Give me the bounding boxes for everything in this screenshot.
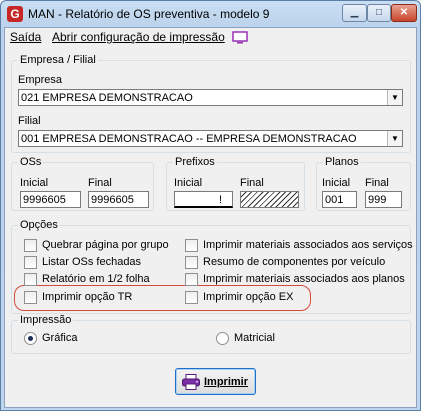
impressao-legend: Impressão — [20, 314, 72, 326]
filial-select[interactable]: 001 EMPRESA DEMONSTRACAO -- EMPRESA DEMO… — [18, 130, 403, 147]
checkbox-materiais-planos[interactable] — [185, 273, 198, 286]
oss-inicial-input[interactable]: 9996605 — [20, 191, 81, 208]
checkbox-label[interactable]: Quebrar página por grupo — [42, 239, 169, 251]
filial-value: 001 EMPRESA DEMONSTRACAO -- EMPRESA DEMO… — [21, 133, 357, 145]
app-window: G MAN - Relatório de OS preventiva - mod… — [0, 0, 421, 411]
oss-inicial-label: Inicial — [20, 177, 49, 189]
checkbox-label[interactable]: Imprimir materiais associados aos planos — [203, 273, 405, 285]
prefixos-inicial-label: Inicial — [174, 177, 203, 189]
empresa-value: 021 EMPRESA DEMONSTRACAO — [21, 92, 193, 104]
planos-inicial-input[interactable]: 001 — [322, 191, 357, 208]
checkbox-label[interactable]: Imprimir materiais associados aos serviç… — [203, 239, 413, 251]
radio-matricial-label[interactable]: Matricial — [234, 332, 275, 344]
checkbox-label[interactable]: Resumo de componentes por veículo — [203, 256, 385, 268]
prefixos-final-input[interactable] — [240, 191, 299, 208]
checkbox-label[interactable]: Listar OSs fechadas — [42, 256, 141, 268]
menu-open-print-config[interactable]: Abrir configuração de impressão — [52, 30, 225, 44]
planos-final-input[interactable]: 999 — [365, 191, 402, 208]
menu-saida[interactable]: Saída — [10, 30, 41, 44]
empresa-filial-legend: Empresa / Filial — [20, 54, 96, 66]
monitor-icon[interactable] — [232, 31, 248, 44]
prefixos-legend: Prefixos — [175, 156, 215, 168]
app-logo-icon: G — [7, 6, 23, 22]
checkbox-listar-oss-fechadas[interactable] — [24, 256, 37, 269]
close-button[interactable]: ✕ — [391, 4, 417, 22]
radio-grafica[interactable] — [24, 332, 37, 345]
title-bar[interactable]: G MAN - Relatório de OS preventiva - mod… — [1, 1, 420, 27]
prefixos-final-label: Final — [240, 177, 264, 189]
empresa-select[interactable]: 021 EMPRESA DEMONSTRACAO ▼ — [18, 89, 403, 106]
print-button[interactable]: Imprimir — [175, 368, 256, 395]
planos-legend: Planos — [325, 156, 359, 168]
chevron-down-icon[interactable]: ▼ — [387, 131, 402, 146]
checkbox-label[interactable]: Relatório em 1/2 folha — [42, 273, 150, 285]
planos-inicial-label: Inicial — [322, 177, 351, 189]
chevron-down-icon[interactable]: ▼ — [387, 90, 402, 105]
empresa-label: Empresa — [18, 74, 63, 86]
window-title: MAN - Relatório de OS preventiva - model… — [28, 7, 270, 21]
menu-bar: Saída Abrir configuração de impressão — [5, 28, 416, 47]
checkbox-imprimir-opcao-tr[interactable] — [24, 291, 37, 304]
checkbox-relatorio-meia-folha[interactable] — [24, 273, 37, 286]
checkbox-imprimir-opcao-ex[interactable] — [185, 291, 198, 304]
oss-final-label: Final — [88, 177, 112, 189]
planos-final-label: Final — [365, 177, 389, 189]
opcoes-legend: Opções — [20, 219, 58, 231]
checkbox-quebrar-pagina[interactable] — [24, 239, 37, 252]
minimize-button[interactable]: ▁ — [342, 4, 367, 22]
checkbox-label[interactable]: Imprimir opção EX — [203, 291, 293, 303]
oss-final-input[interactable]: 9996605 — [88, 191, 149, 208]
checkbox-materiais-servicos[interactable] — [185, 239, 198, 252]
dialog-body: Saída Abrir configuração de impressão Em… — [4, 27, 417, 408]
oss-legend: OSs — [20, 156, 42, 168]
maximize-button[interactable]: □ — [367, 4, 391, 22]
filial-label: Filial — [18, 115, 41, 127]
prefixos-inicial-input[interactable]: ! — [174, 191, 233, 208]
radio-matricial[interactable] — [216, 332, 229, 345]
printer-icon — [182, 374, 200, 390]
radio-grafica-label[interactable]: Gráfica — [42, 332, 77, 344]
checkbox-resumo-componentes[interactable] — [185, 256, 198, 269]
print-button-label: Imprimir — [204, 376, 249, 388]
checkbox-label[interactable]: Imprimir opção TR — [42, 291, 132, 303]
